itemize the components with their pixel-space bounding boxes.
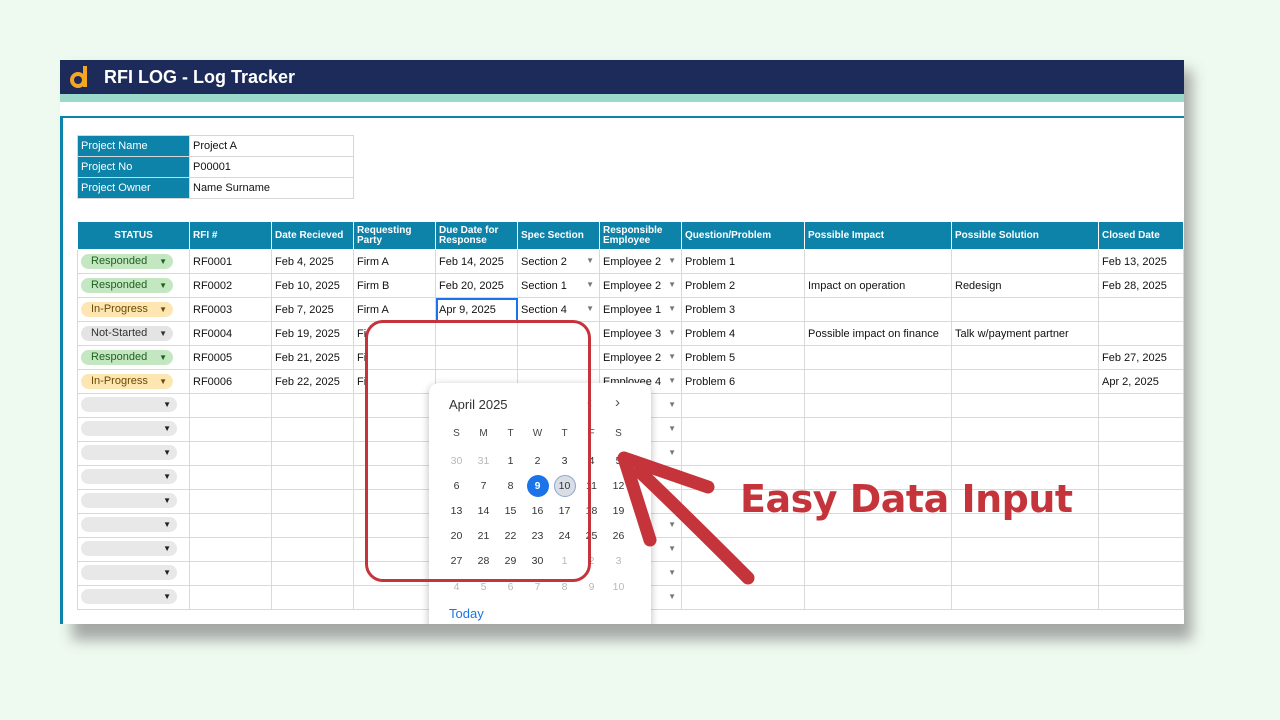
callout-text: Easy Data Input bbox=[740, 477, 1073, 521]
callout-arrow-icon bbox=[617, 451, 755, 585]
